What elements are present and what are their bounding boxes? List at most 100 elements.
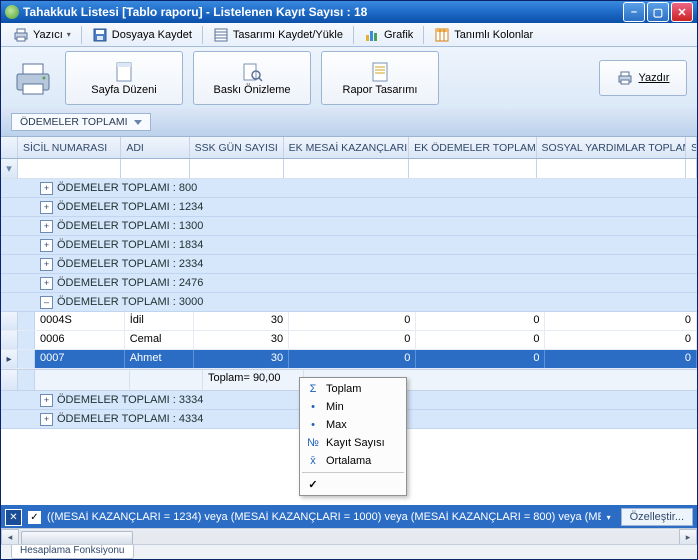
col-ekodeme[interactable]: EK ÖDEMELER TOPLAMI bbox=[409, 137, 536, 158]
col-sicil[interactable]: SİCİL NUMARASI bbox=[18, 137, 121, 158]
ctx-max[interactable]: •Max bbox=[302, 416, 404, 434]
app-icon bbox=[5, 5, 19, 19]
filter-close-button[interactable]: ✕ bbox=[5, 509, 22, 526]
scroll-left-button[interactable]: ◂ bbox=[1, 529, 19, 545]
cell-ekmesai: 0 bbox=[289, 312, 416, 330]
table-row[interactable]: 0006Cemal30000 bbox=[1, 331, 697, 350]
table-row[interactable]: ▸0007Ahmet30000 bbox=[1, 350, 697, 369]
filter-enabled-checkbox[interactable]: ✓ bbox=[28, 511, 41, 524]
menu-tanimli-label: Tanımlı Kolonlar bbox=[454, 29, 533, 41]
filter-ssk[interactable] bbox=[190, 159, 284, 178]
group-row[interactable]: +ÖDEMELER TOPLAMI : 1300 bbox=[1, 217, 697, 236]
cell-sosyal: 0 bbox=[545, 331, 697, 349]
table-row[interactable]: 0004Sİdil30000 bbox=[1, 312, 697, 331]
group-chip[interactable]: ÖDEMELER TOPLAMI bbox=[11, 113, 151, 131]
expand-icon[interactable]: + bbox=[40, 239, 53, 252]
group-panel[interactable]: ÖDEMELER TOPLAMI bbox=[1, 108, 697, 137]
filter-icon: ▾ bbox=[1, 159, 18, 178]
menu-tasarim-kaydet[interactable]: Tasarımı Kaydet/Yükle bbox=[207, 24, 349, 45]
group-row[interactable]: + ÖDEMELER TOPLAMI : 2334 bbox=[1, 255, 697, 274]
chart-icon bbox=[364, 27, 380, 43]
horizontal-scrollbar[interactable]: ◂ ▸ bbox=[1, 528, 697, 545]
collapse-icon[interactable]: – bbox=[40, 296, 53, 309]
menu-grafik[interactable]: Grafik bbox=[358, 24, 419, 45]
group-row[interactable]: + ÖDEMELER TOPLAMI : 2476 bbox=[1, 274, 697, 293]
menu-dosyaya-kaydet[interactable]: Dosyaya Kaydet bbox=[86, 24, 198, 45]
close-button[interactable]: ✕ bbox=[671, 2, 693, 22]
page-setup-icon bbox=[113, 61, 135, 83]
filter-dropdown-icon[interactable]: ▾ bbox=[607, 513, 611, 522]
group-label: ÖDEMELER TOPLAMI : 2476 bbox=[57, 277, 203, 289]
cell-ekmesai: 0 bbox=[289, 331, 416, 349]
group-row[interactable]: +ÖDEMELER TOPLAMI : 800 bbox=[1, 179, 697, 198]
maximize-button[interactable]: ▢ bbox=[647, 2, 669, 22]
menu-dosyaya-label: Dosyaya Kaydet bbox=[112, 29, 192, 41]
expand-icon[interactable]: + bbox=[40, 394, 53, 407]
ctx-toplam[interactable]: ΣToplam bbox=[302, 380, 404, 398]
indent bbox=[18, 331, 35, 349]
cell-sicil: 0004S bbox=[35, 312, 125, 330]
filter-customize-button[interactable]: Özelleştir... bbox=[621, 508, 693, 526]
tab-hesaplama[interactable]: Hesaplama Fonksiyonu bbox=[11, 545, 134, 559]
menu-tanimli-kolonlar[interactable]: Tanımlı Kolonlar bbox=[428, 24, 539, 45]
ctx-min[interactable]: •Min bbox=[302, 398, 404, 416]
expand-icon[interactable]: + bbox=[40, 277, 53, 290]
menu-tasarim-label: Tasarımı Kaydet/Yükle bbox=[233, 29, 343, 41]
sort-arrow-icon bbox=[134, 120, 142, 125]
expand-icon[interactable]: + bbox=[40, 413, 53, 426]
col-adi[interactable]: ADI bbox=[121, 137, 189, 158]
group-row[interactable]: –ÖDEMELER TOPLAMI : 3000 bbox=[1, 293, 697, 312]
scroll-track[interactable] bbox=[19, 530, 679, 544]
group-label: ÖDEMELER TOPLAMI : 4334 bbox=[57, 413, 203, 425]
cell-sosyal: 0 bbox=[545, 312, 697, 330]
sigma-icon: Σ bbox=[306, 382, 320, 396]
col-sskpr[interactable]: SSK PR bbox=[686, 137, 697, 158]
menu-yazici[interactable]: Yazıcı ▾ bbox=[7, 24, 77, 45]
expand-icon[interactable]: + bbox=[40, 220, 53, 233]
expand-icon[interactable]: + bbox=[40, 182, 53, 195]
group-row[interactable]: +ÖDEMELER TOPLAMI : 1834 bbox=[1, 236, 697, 255]
scroll-thumb[interactable] bbox=[21, 531, 133, 545]
printer-icon bbox=[13, 27, 29, 43]
min-icon: • bbox=[306, 400, 320, 414]
row-indicator-header bbox=[1, 137, 18, 158]
filter-sskpr[interactable] bbox=[686, 159, 697, 178]
ctx-ortalama[interactable]: x̄Ortalama bbox=[302, 452, 404, 470]
baski-onizleme-label: Baskı Önizleme bbox=[213, 84, 290, 96]
yazdir-label: Yazdır bbox=[639, 72, 670, 84]
sayfa-duzeni-button[interactable]: Sayfa Düzeni bbox=[65, 51, 183, 105]
ctx-kayit-sayisi[interactable]: №Kayıt Sayısı bbox=[302, 434, 404, 452]
scroll-right-button[interactable]: ▸ bbox=[679, 529, 697, 545]
ctx-none[interactable]: ✓ bbox=[302, 475, 404, 493]
cell-ekmesai: 0 bbox=[289, 350, 416, 368]
filter-adi[interactable] bbox=[121, 159, 189, 178]
group-label: ÖDEMELER TOPLAMI : 1234 bbox=[57, 201, 203, 213]
group-label: ÖDEMELER TOPLAMI : 2334 bbox=[57, 258, 203, 270]
group-row[interactable]: + ÖDEMELER TOPLAMI : 1234 bbox=[1, 198, 697, 217]
active-filter-bar: ✕ ✓ ((MESAİ KAZANÇLARI = 1234) veya (MES… bbox=[1, 505, 697, 529]
col-ssk[interactable]: SSK GÜN SAYISI bbox=[190, 137, 284, 158]
minimize-button[interactable]: – bbox=[623, 2, 645, 22]
filter-ekmesai[interactable] bbox=[284, 159, 409, 178]
avg-icon: x̄ bbox=[306, 454, 320, 468]
col-ekmesai[interactable]: EK MESAİ KAZANÇLARI bbox=[284, 137, 409, 158]
expand-icon[interactable]: + bbox=[40, 258, 53, 271]
filter-sosyal[interactable] bbox=[537, 159, 687, 178]
printer-large-icon bbox=[11, 56, 55, 100]
col-sosyal[interactable]: SOSYAL YARDIMLAR TOPLAMI bbox=[537, 137, 687, 158]
cell-ssk: 30 bbox=[194, 312, 289, 330]
menu-grafik-label: Grafik bbox=[384, 29, 413, 41]
cell-ssk: 30 bbox=[194, 350, 289, 368]
filter-sicil[interactable] bbox=[18, 159, 121, 178]
sayfa-duzeni-label: Sayfa Düzeni bbox=[91, 84, 156, 96]
expand-icon[interactable]: + bbox=[40, 201, 53, 214]
rapor-tasarimi-button[interactable]: Rapor Tasarımı bbox=[321, 51, 439, 105]
columns-icon bbox=[434, 27, 450, 43]
yazdir-button[interactable]: Yazdır bbox=[599, 60, 687, 96]
aggregate-context-menu: ΣToplam •Min •Max №Kayıt Sayısı x̄Ortala… bbox=[299, 377, 407, 496]
filter-expression: ((MESAİ KAZANÇLARI = 1234) veya (MESAİ K… bbox=[47, 511, 601, 523]
row-marker bbox=[1, 331, 18, 349]
baski-onizleme-button[interactable]: Baskı Önizleme bbox=[193, 51, 311, 105]
filter-ekodeme[interactable] bbox=[409, 159, 536, 178]
print-preview-icon bbox=[241, 61, 263, 83]
